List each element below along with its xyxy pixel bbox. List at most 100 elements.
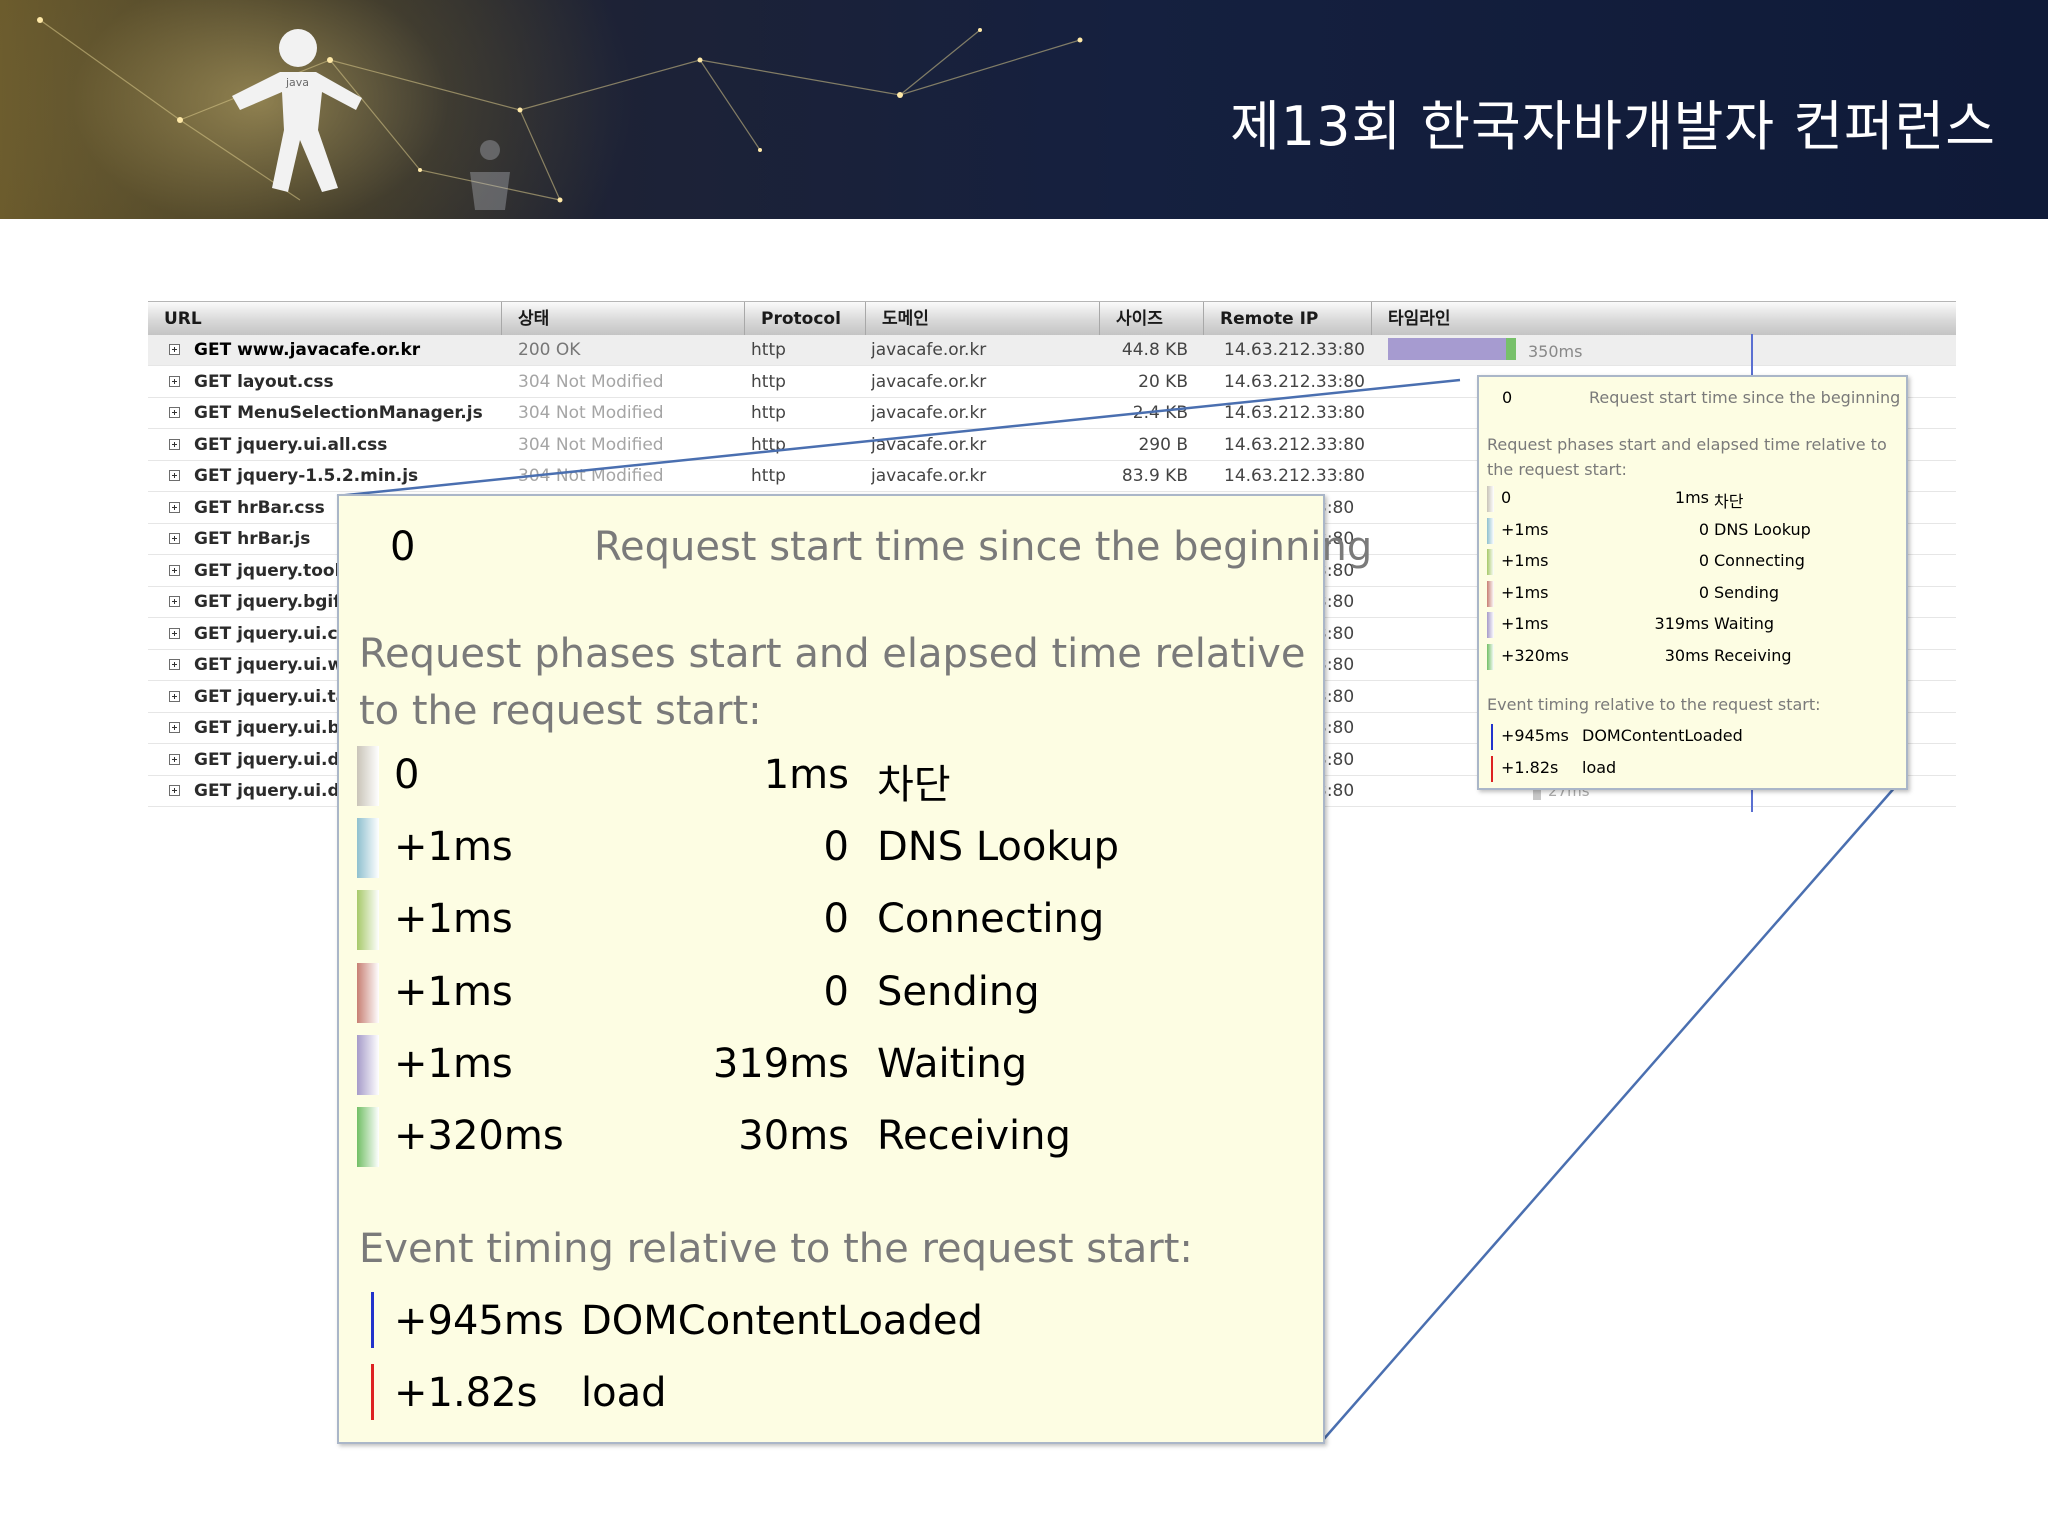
timeline-bar [1388, 338, 1516, 360]
phase-name: DNS Lookup [1714, 519, 1811, 539]
expand-toggle-icon[interactable] [169, 785, 180, 796]
expand-toggle-icon[interactable] [169, 564, 180, 576]
phase-elapsed: 1ms [1674, 488, 1709, 507]
column-header-timeline[interactable]: 타임라인 [1372, 302, 1956, 335]
timing-tooltip: 0 Request start time since the beginning… [1477, 375, 1908, 790]
event-time: +945ms [394, 1298, 564, 1344]
event-name: load [1582, 758, 1617, 777]
phase-name: 차단 [877, 762, 951, 808]
column-header-protocol[interactable]: Protocol [745, 302, 866, 335]
request-remote-ip: 3:80 [1316, 623, 1355, 644]
request-method: GET [194, 434, 232, 455]
phase-start: +1ms [394, 1040, 513, 1087]
expand-toggle-icon[interactable] [169, 533, 180, 544]
phase-elapsed: 0 [1698, 582, 1709, 602]
column-header-url[interactable]: URL [148, 302, 502, 335]
request-size: 2.4 KB [1132, 403, 1188, 423]
expand-toggle-icon[interactable] [169, 501, 180, 513]
phase-color-swatch [357, 962, 379, 1023]
phase-elapsed: 0 [1698, 519, 1709, 539]
expand-toggle-icon[interactable] [169, 627, 180, 639]
expand-toggle-icon[interactable] [169, 407, 180, 418]
expand-toggle-icon[interactable] [169, 596, 180, 607]
svg-text:java: java [285, 76, 309, 89]
request-method: GET [194, 371, 232, 392]
request-protocol: http [751, 371, 786, 392]
phase-color-swatch [357, 818, 379, 879]
phase-name: Sending [1714, 582, 1780, 602]
phase-start: +1ms [394, 824, 513, 871]
expand-toggle-icon[interactable] [169, 344, 180, 355]
event-marker [371, 1292, 374, 1348]
request-method: GET [194, 592, 232, 612]
phase-color-swatch [1487, 580, 1494, 607]
request-url: GET www.javacafe.or.kr [194, 335, 484, 366]
request-file: hrBar.js [237, 529, 311, 549]
request-protocol: http [751, 466, 786, 486]
column-header-status[interactable]: 상태 [502, 302, 745, 335]
request-file: hrBar.css [237, 497, 325, 518]
phase-name: DNS Lookup [877, 824, 1120, 871]
phases-heading: Request phases start and elapsed time re… [1487, 435, 1887, 479]
start-time-value: 0 [1502, 388, 1513, 407]
request-domain: javacafe.or.kr [871, 466, 987, 486]
phase-start: +1ms [394, 896, 513, 943]
phase-name: Sending [877, 968, 1040, 1015]
request-method: GET [194, 340, 232, 360]
event-time: +1.82s [1501, 758, 1559, 777]
event-time: +1.82s [394, 1370, 538, 1416]
event-marker [1491, 756, 1493, 782]
request-domain: javacafe.or.kr [871, 340, 987, 360]
request-remote-ip: 3:80 [1316, 655, 1355, 675]
phase-elapsed: 0 [823, 896, 849, 943]
expand-toggle-icon[interactable] [169, 470, 180, 481]
request-file: jquery.bgif [237, 592, 341, 612]
request-file: jquery-1.5.2.min.js [237, 466, 419, 486]
request-method: GET [194, 623, 232, 644]
request-file: www.javacafe.or.kr [237, 340, 421, 360]
request-remote-ip: 14.63.212.33:80 [1224, 466, 1364, 486]
start-time-label: Request start time since the beginning [1589, 388, 1901, 407]
phase-color-swatch [357, 890, 379, 951]
phase-color-swatch [357, 1107, 379, 1167]
phase-elapsed: 1ms [763, 752, 849, 798]
column-header-size[interactable]: 사이즈 [1100, 302, 1204, 335]
phase-color-swatch [1487, 612, 1494, 638]
expand-toggle-icon[interactable] [169, 690, 180, 702]
request-url: GET jquery.ui.all.css [194, 430, 484, 461]
request-row[interactable]: GET www.javacafe.or.kr 200 OK http javacafe… [148, 335, 1956, 366]
request-method: GET [194, 529, 232, 549]
event-name: DOMContentLoaded [1582, 726, 1743, 745]
request-status: 304 Not Modified [518, 466, 664, 486]
start-time-label: Request start time since the beginning [594, 524, 1373, 570]
phase-elapsed: 319ms [712, 1040, 849, 1087]
request-size: 290 B [1138, 434, 1188, 455]
column-header-remote-ip[interactable]: Remote IP [1204, 302, 1372, 335]
expand-toggle-icon[interactable] [169, 753, 180, 765]
phase-color-swatch [1487, 549, 1494, 575]
phases-heading: Request phases start and elapsed time re… [359, 631, 1306, 734]
expand-toggle-icon[interactable] [169, 375, 180, 387]
column-header-domain[interactable]: 도메인 [866, 302, 1100, 335]
slide-header-banner: java 제13회 한국자바개발자 컨퍼런스 [0, 0, 2048, 219]
phase-color-swatch [357, 746, 379, 806]
phase-start: +1ms [1501, 551, 1549, 570]
request-remote-ip: 14.63.212.33:80 [1224, 403, 1364, 423]
start-time-value: 0 [390, 524, 416, 570]
request-remote-ip: 3:80 [1316, 592, 1355, 612]
request-file: jquery.tool [237, 560, 341, 581]
request-file: jquery.ui.d [237, 749, 340, 770]
request-domain: javacafe.or.kr [871, 403, 987, 423]
expand-toggle-icon[interactable] [169, 659, 180, 670]
expand-toggle-icon[interactable] [169, 438, 180, 450]
request-file: jquery.ui.w [237, 655, 344, 675]
expand-toggle-icon[interactable] [169, 722, 180, 733]
phase-color-swatch [1487, 643, 1494, 670]
request-remote-ip: 14.63.212.33:80 [1224, 434, 1364, 455]
request-protocol: http [751, 434, 786, 455]
phase-start: 0 [394, 752, 420, 798]
request-remote-ip: 3:80 [1316, 497, 1355, 518]
request-status: 200 OK [518, 340, 581, 360]
events-heading: Event timing relative to the request sta… [359, 1226, 1193, 1272]
request-remote-ip: 3:80 [1316, 781, 1355, 801]
